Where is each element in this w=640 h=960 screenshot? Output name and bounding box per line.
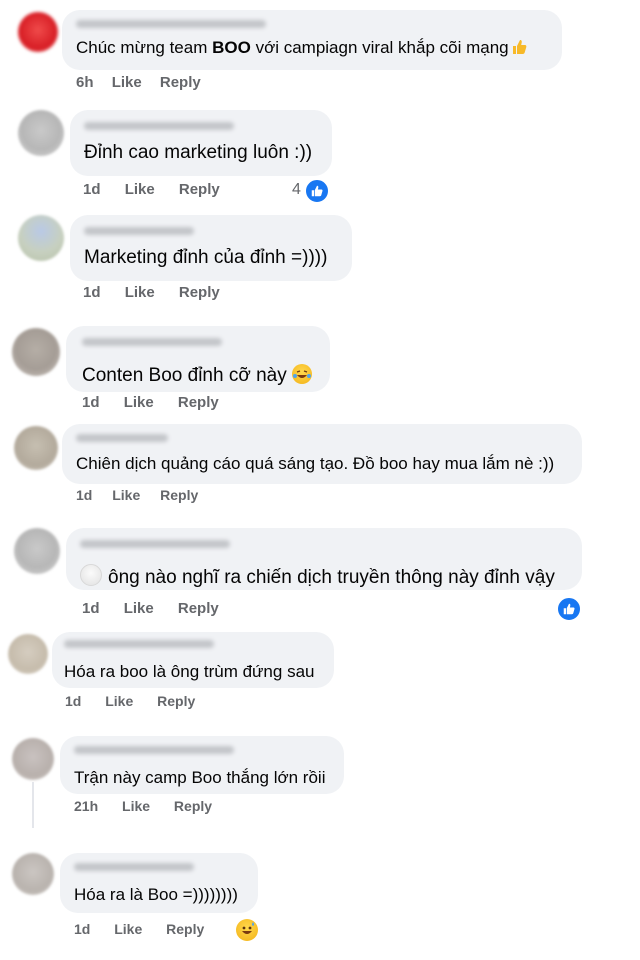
commenter-name[interactable] xyxy=(76,20,266,28)
commenter-name[interactable] xyxy=(82,338,222,346)
commenter-name[interactable] xyxy=(84,227,194,235)
avatar[interactable] xyxy=(12,853,54,895)
like-button[interactable]: Like xyxy=(114,921,142,937)
comment-item: Hóa ra boo là ông trùm đứng sau 1d Like … xyxy=(0,630,640,730)
like-reaction-icon[interactable] xyxy=(304,178,330,204)
neutral-face-emoji-icon xyxy=(80,564,102,586)
comment-bubble: Hóa ra là Boo =)))))))) xyxy=(60,853,258,913)
reply-button[interactable]: Reply xyxy=(160,74,201,91)
comment-item: ông nào nghĩ ra chiến dịch truyền thông … xyxy=(0,520,640,630)
comment-meta: 1d Like Reply xyxy=(82,600,219,617)
laughing-tears-emoji-icon xyxy=(292,364,312,384)
avatar[interactable] xyxy=(18,215,64,261)
comment-meta: 6h Like Reply xyxy=(76,74,201,91)
thread-line xyxy=(32,782,34,828)
comment-bubble: Hóa ra boo là ông trùm đứng sau xyxy=(52,632,334,688)
comment-item: Đỉnh cao marketing luôn :)) 1d Like Repl… xyxy=(0,100,640,210)
comment-time[interactable]: 1d xyxy=(82,394,100,411)
comment-text: Chiên dịch quảng cáo quá sáng tạo. Đồ bo… xyxy=(76,454,555,473)
comment-text: Đỉnh cao marketing luôn :)) xyxy=(84,142,313,163)
comment-bubble: Chiên dịch quảng cáo quá sáng tạo. Đồ bo… xyxy=(62,424,582,484)
reply-button[interactable]: Reply xyxy=(178,394,219,411)
reply-button[interactable]: Reply xyxy=(179,284,220,301)
reply-button[interactable]: Reply xyxy=(174,798,212,814)
commenter-name[interactable] xyxy=(84,122,234,130)
reaction-count[interactable]: 4 xyxy=(292,181,301,199)
commenter-name[interactable] xyxy=(80,540,230,548)
like-button[interactable]: Like xyxy=(125,181,155,198)
avatar[interactable] xyxy=(14,426,58,470)
comment-meta: 1d Like Reply xyxy=(83,284,220,301)
reply-button[interactable]: Reply xyxy=(179,181,220,198)
comment-meta: 1d Like Reply xyxy=(76,487,198,503)
reply-button[interactable]: Reply xyxy=(160,487,198,503)
like-button[interactable]: Like xyxy=(124,394,154,411)
comment-meta: 1d Like Reply xyxy=(65,693,195,709)
comment-bubble: Conten Boo đỉnh cỡ này xyxy=(66,326,330,392)
like-reaction-icon[interactable] xyxy=(556,596,582,622)
commenter-name[interactable] xyxy=(64,640,214,648)
comment-time[interactable]: 1d xyxy=(76,487,92,503)
comment-text: Marketing đỉnh của đỉnh =)))) xyxy=(84,247,328,268)
reply-button[interactable]: Reply xyxy=(166,921,204,937)
comment-time[interactable]: 6h xyxy=(76,74,94,91)
comment-text: Chúc mừng team BOO với campiagn viral kh… xyxy=(76,38,527,58)
comment-time[interactable]: 1d xyxy=(83,284,101,301)
comment-bubble: Marketing đỉnh của đỉnh =)))) xyxy=(70,215,352,281)
like-button[interactable]: Like xyxy=(105,693,133,709)
comment-item: Chiên dịch quảng cáo quá sáng tạo. Đồ bo… xyxy=(0,420,640,520)
comment-item: Marketing đỉnh của đỉnh =)))) 1d Like Re… xyxy=(0,210,640,320)
like-button[interactable]: Like xyxy=(112,487,140,503)
thumbs-up-emoji-icon xyxy=(511,39,527,55)
comment-time[interactable]: 1d xyxy=(65,693,81,709)
avatar[interactable] xyxy=(14,528,60,574)
comment-item: Trận này camp Boo thắng lớn rồii 21h Lik… xyxy=(0,730,640,840)
comment-text: Conten Boo đỉnh cỡ này xyxy=(82,364,312,387)
comment-meta: 21h Like Reply xyxy=(74,798,212,814)
comment-meta: 1d Like Reply xyxy=(83,181,220,198)
avatar[interactable] xyxy=(12,738,54,780)
avatar[interactable] xyxy=(18,12,58,52)
comment-bubble: Chúc mừng team BOO với campiagn viral kh… xyxy=(62,10,562,70)
comment-time[interactable]: 1d xyxy=(74,921,90,937)
avatar[interactable] xyxy=(12,328,60,376)
commenter-name[interactable] xyxy=(74,863,194,871)
comment-bubble: Trận này camp Boo thắng lớn rồii xyxy=(60,736,344,794)
comment-time[interactable]: 1d xyxy=(82,600,100,617)
avatar[interactable] xyxy=(18,110,64,156)
grinning-sweat-emoji-icon[interactable] xyxy=(236,919,258,941)
like-button[interactable]: Like xyxy=(112,74,142,91)
reply-button[interactable]: Reply xyxy=(157,693,195,709)
reply-button[interactable]: Reply xyxy=(178,600,219,617)
comment-item: Hóa ra là Boo =)))))))) 1d Like Reply xyxy=(0,845,640,960)
comment-time[interactable]: 21h xyxy=(74,798,98,814)
comment-meta: 1d Like Reply xyxy=(74,921,204,937)
comment-bubble: Đỉnh cao marketing luôn :)) xyxy=(70,110,332,176)
comment-text: ông nào nghĩ ra chiến dịch truyền thông … xyxy=(80,564,555,589)
comment-text: Hóa ra boo là ông trùm đứng sau xyxy=(64,662,315,681)
comment-text: Trận này camp Boo thắng lớn rồii xyxy=(74,768,326,787)
commenter-name[interactable] xyxy=(76,434,168,442)
comment-bubble: ông nào nghĩ ra chiến dịch truyền thông … xyxy=(66,528,582,590)
like-button[interactable]: Like xyxy=(125,284,155,301)
comment-time[interactable]: 1d xyxy=(83,181,101,198)
comment-item: Chúc mừng team BOO với campiagn viral kh… xyxy=(0,0,640,100)
avatar[interactable] xyxy=(8,634,48,674)
commenter-name[interactable] xyxy=(74,746,234,754)
like-button[interactable]: Like xyxy=(124,600,154,617)
like-button[interactable]: Like xyxy=(122,798,150,814)
comment-item: Conten Boo đỉnh cỡ này 1d Like Reply xyxy=(0,320,640,420)
comment-text: Hóa ra là Boo =)))))))) xyxy=(74,885,238,904)
comment-meta: 1d Like Reply xyxy=(82,394,219,411)
